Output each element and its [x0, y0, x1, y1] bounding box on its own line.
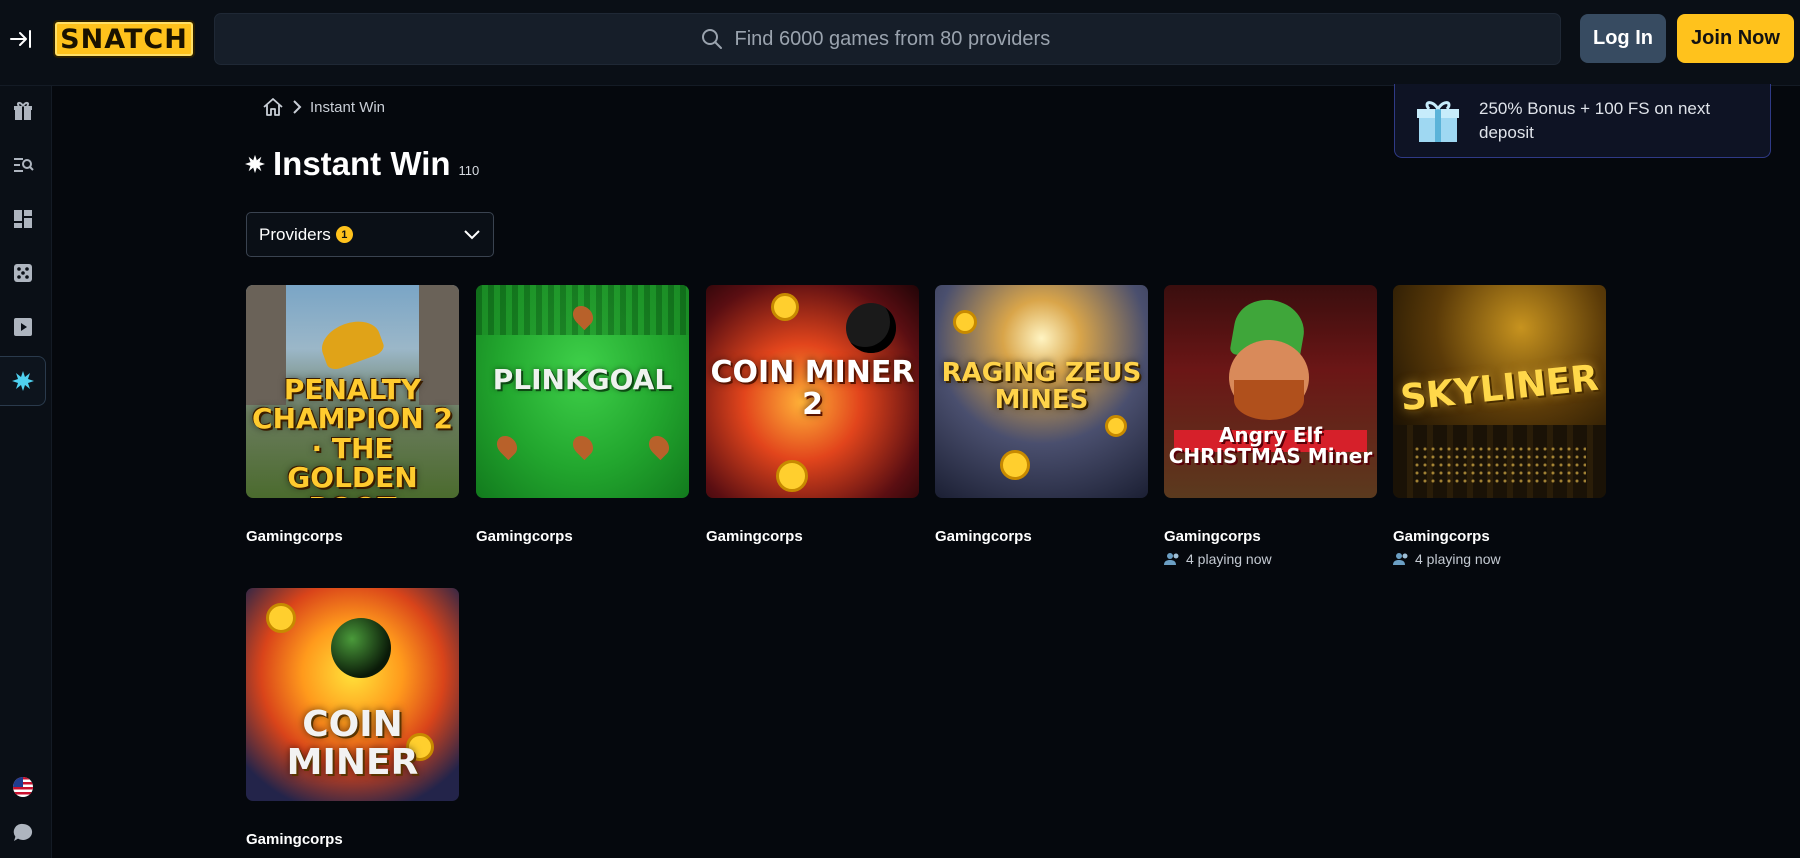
game-provider: Gamingcorps — [706, 528, 803, 545]
game-thumbnail[interactable]: PLINKGOAL — [476, 285, 689, 498]
search-bar[interactable] — [214, 13, 1561, 65]
page-heading: Instant Win 110 — [245, 144, 479, 184]
players-count: 4 playing now — [1164, 551, 1377, 567]
game-art-title: PENALTY CHAMPION 2 · THE GOLDEN BOOT — [252, 373, 453, 498]
chevron-right-icon — [293, 100, 302, 114]
gift-icon — [14, 102, 32, 120]
game-card[interactable]: COIN MINER Gamingcorps — [246, 588, 459, 848]
providers-count-badge: 1 — [335, 226, 353, 243]
dice-icon — [14, 264, 32, 282]
game-provider: Gamingcorps — [935, 528, 1032, 545]
search-list-icon — [14, 158, 34, 172]
game-card[interactable]: PLINKGOAL Gamingcorps — [476, 285, 689, 545]
breadcrumb-current: Instant Win — [310, 98, 386, 116]
page-title: Instant Win — [273, 145, 451, 182]
game-thumbnail[interactable]: Angry Elf CHRISTMAS Miner — [1164, 285, 1377, 498]
game-provider: Gamingcorps — [246, 831, 343, 848]
game-provider: Gamingcorps — [1164, 528, 1261, 545]
users-icon — [1393, 553, 1408, 565]
dashboard-icon — [14, 210, 32, 228]
promo-banner[interactable]: 250% Bonus + 100 FS on next deposit — [1394, 84, 1771, 158]
game-art-title: RAGING ZEUS MINES — [941, 358, 1142, 416]
home-icon[interactable] — [262, 97, 284, 117]
chevron-down-icon — [464, 229, 480, 239]
game-art-title: SKYLINER — [1398, 357, 1601, 420]
sidebar — [0, 86, 52, 858]
chat-icon — [13, 823, 33, 841]
gift-box-icon — [1417, 100, 1459, 142]
providers-label: Providers — [259, 224, 331, 244]
sidebar-item-table-games[interactable] — [0, 248, 46, 298]
game-count: 110 — [458, 163, 480, 178]
live-chat-button[interactable] — [0, 808, 46, 858]
game-card[interactable]: Angry Elf CHRISTMAS Miner Gamingcorps 4 … — [1164, 285, 1377, 567]
game-provider: Gamingcorps — [1393, 528, 1490, 545]
sidebar-item-promotions[interactable] — [0, 86, 46, 136]
play-icon — [14, 318, 32, 336]
sidebar-item-search-games[interactable] — [0, 140, 46, 190]
search-input[interactable] — [734, 27, 1075, 51]
collapse-sidebar-icon — [10, 30, 31, 48]
sidebar-item-lobby[interactable] — [0, 194, 46, 244]
join-now-button[interactable]: Join Now — [1677, 14, 1794, 63]
top-header: SNATCH Log In Join Now — [0, 0, 1800, 86]
game-thumbnail[interactable]: COIN MINER — [246, 588, 459, 801]
instant-win-icon — [245, 154, 265, 174]
us-flag-icon — [13, 777, 33, 797]
game-card[interactable]: PENALTY CHAMPION 2 · THE GOLDEN BOOT Gam… — [246, 285, 459, 545]
promo-text: 250% Bonus + 100 FS on next deposit — [1479, 98, 1711, 142]
log-in-button[interactable]: Log In — [1580, 14, 1666, 63]
providers-dropdown[interactable]: Providers 1 — [246, 212, 494, 257]
language-selector[interactable] — [0, 762, 46, 812]
instant-win-icon — [11, 371, 34, 391]
search-icon — [701, 29, 722, 49]
game-provider: Gamingcorps — [476, 528, 573, 545]
sidebar-item-live-casino[interactable] — [0, 302, 46, 352]
players-count: 4 playing now — [1393, 551, 1606, 567]
breadcrumb: Instant Win — [262, 96, 385, 118]
game-art-title: COIN MINER — [286, 704, 419, 783]
players-count-text: 4 playing now — [1415, 551, 1501, 567]
game-thumbnail[interactable]: SKYLINER — [1393, 285, 1606, 498]
game-thumbnail[interactable]: RAGING ZEUS MINES — [935, 285, 1148, 498]
game-card[interactable]: COIN MINER 2 Gamingcorps — [706, 285, 919, 545]
users-icon — [1164, 553, 1179, 565]
game-thumbnail[interactable]: COIN MINER 2 — [706, 285, 919, 498]
game-provider: Gamingcorps — [246, 528, 343, 545]
game-art-title: Angry Elf CHRISTMAS Miner — [1168, 423, 1373, 468]
sidebar-item-instant-win[interactable] — [0, 356, 46, 406]
snatch-logo[interactable]: SNATCH — [53, 20, 195, 58]
game-thumbnail[interactable]: PENALTY CHAMPION 2 · THE GOLDEN BOOT — [246, 285, 459, 498]
game-art-title: COIN MINER 2 — [710, 355, 915, 422]
collapse-sidebar-button[interactable] — [6, 24, 36, 54]
game-card[interactable]: SKYLINER Gamingcorps 4 playing now — [1393, 285, 1606, 567]
game-card[interactable]: RAGING ZEUS MINES Gamingcorps — [935, 285, 1148, 545]
players-count-text: 4 playing now — [1186, 551, 1272, 567]
game-art-title: PLINKGOAL — [492, 363, 673, 396]
